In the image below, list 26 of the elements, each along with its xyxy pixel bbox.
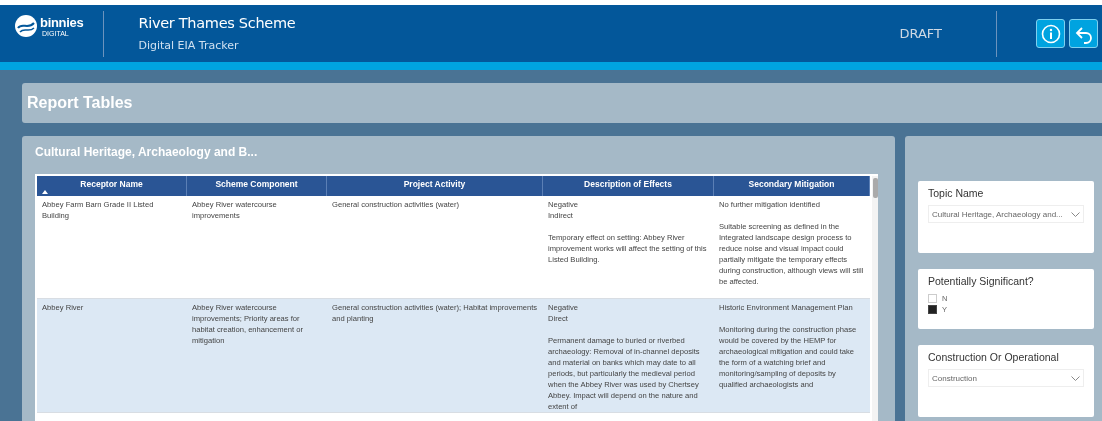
panel-title: Cultural Heritage, Archaeology and B... xyxy=(35,144,259,161)
app-subtitle: Digital EIA Tracker xyxy=(138,39,240,52)
dropdown-field[interactable]: Cultural Heritage, Archaeology and... xyxy=(928,205,1084,223)
column-header[interactable]: Scheme Component xyxy=(187,176,327,196)
chevron-down-icon xyxy=(1071,211,1080,217)
status-label: DRAFT xyxy=(899,26,942,41)
info-icon xyxy=(1040,23,1061,44)
checkbox[interactable] xyxy=(928,305,937,314)
table-row[interactable] xyxy=(37,299,870,413)
column-header[interactable]: Receptor Name xyxy=(37,176,187,196)
scrollbar[interactable] xyxy=(872,176,878,421)
column-header[interactable]: Description of Effects xyxy=(543,176,714,196)
filter-title: Construction Or Operational xyxy=(928,351,1060,363)
page-title: Report Tables xyxy=(27,94,133,112)
logo-name: binnies xyxy=(40,14,84,30)
back-button[interactable] xyxy=(1069,19,1098,48)
dropdown-field[interactable]: Construction xyxy=(928,369,1084,387)
app-title: River Thames Scheme xyxy=(138,15,296,31)
info-button[interactable] xyxy=(1036,19,1065,48)
column-header[interactable]: Secondary Mitigation xyxy=(714,176,870,196)
logo-icon xyxy=(14,13,38,38)
column-header[interactable]: Project Activity xyxy=(327,176,543,196)
chevron-down-icon xyxy=(1071,375,1080,381)
scrollbar-thumb[interactable] xyxy=(873,178,878,198)
filter-title: Potentially Significant? xyxy=(928,275,1035,287)
filter-title: Topic Name xyxy=(928,187,985,199)
